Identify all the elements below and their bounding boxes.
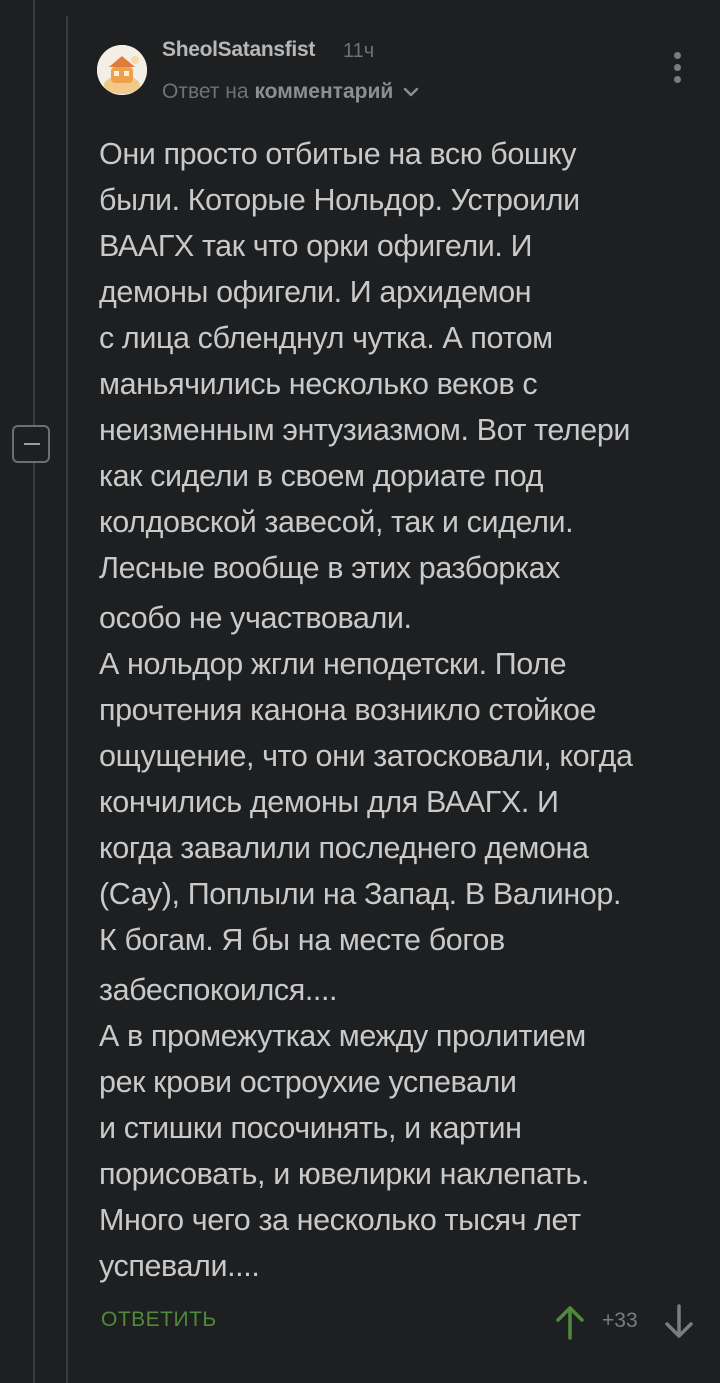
comment-line: и стишки посочинять, и картин — [99, 1111, 522, 1145]
collapse-minus-icon[interactable] — [12, 425, 50, 463]
comment-line: Лесные вообще в этих разборках — [99, 551, 561, 585]
chevron-down-icon[interactable] — [403, 86, 419, 98]
avatar[interactable] — [97, 45, 147, 95]
reply-to-prefix: Ответ на — [162, 80, 249, 103]
comment-line: (Сау), Поплыли на Запад. В Валинор. — [99, 877, 622, 911]
comment-line: Они просто отбитые на всю бошку — [99, 137, 577, 171]
avatar-icon — [97, 45, 147, 95]
more-dot — [674, 52, 681, 59]
reply-to-link[interactable]: комментарий — [254, 80, 393, 103]
reply-to-line: Ответ на комментарий — [162, 80, 419, 104]
comment-line: маньячились несколько веков с — [99, 367, 538, 401]
thread-line-outer — [33, 0, 35, 1383]
comment-line: особо не участвовали. — [99, 601, 412, 635]
comment-line: когда завалили последнего демона — [99, 831, 589, 865]
comment-line: Много чего за несколько тысяч лет — [99, 1203, 581, 1237]
comment-line: кончились демоны для ВААГХ. И — [99, 785, 559, 819]
more-dot — [674, 64, 681, 71]
comment-line: К богам. Я бы на месте богов — [99, 923, 505, 957]
comment-line: ощущение, что они затосковали, когда — [99, 739, 633, 773]
comment-line: забеспокоился.... — [99, 973, 338, 1007]
more-dot — [674, 76, 681, 83]
comment-line: с лица сбленднул чутка. А потом — [99, 321, 553, 355]
comment-line: успевали.... — [99, 1249, 260, 1283]
arrow-down-icon[interactable] — [662, 1303, 696, 1341]
comment-line: рек крови остроухие успевали — [99, 1065, 517, 1099]
comment-line: как сидели в своем дориате под — [99, 459, 544, 493]
comment-line: демоны офигели. И архидемон — [99, 275, 532, 309]
comment-line: неизменным энтузиазмом. Вот телери — [99, 413, 631, 447]
comment-line: были. Которые Нольдор. Устроили — [99, 183, 580, 217]
comment-line: колдовской завесой, так и сидели. — [99, 505, 574, 539]
reply-button[interactable]: ОТВЕТИТЬ — [101, 1308, 217, 1332]
comment-line: прочтения канона возникло стойкое — [99, 693, 597, 727]
more-vertical-icon[interactable] — [668, 52, 688, 84]
author-name[interactable]: SheolSatansfist — [162, 38, 315, 62]
comment-line: порисовать, и ювелирки наклепать. — [99, 1157, 590, 1191]
comment-line: А в промежутках между пролитием — [99, 1019, 586, 1053]
thread-line-inner — [66, 16, 68, 1383]
comment-line: ВААГХ так что орки офигели. И — [99, 229, 533, 263]
collapse-bar — [24, 443, 40, 445]
score-counter: +33 — [602, 1309, 638, 1332]
comment-line: А нольдор жгли неподетски. Поле — [99, 647, 567, 681]
comment-time: 11ч — [343, 40, 375, 62]
arrow-up-icon[interactable] — [553, 1303, 587, 1341]
comment-body: Они просто отбитые на всю бошку были. Ко… — [99, 131, 699, 1289]
